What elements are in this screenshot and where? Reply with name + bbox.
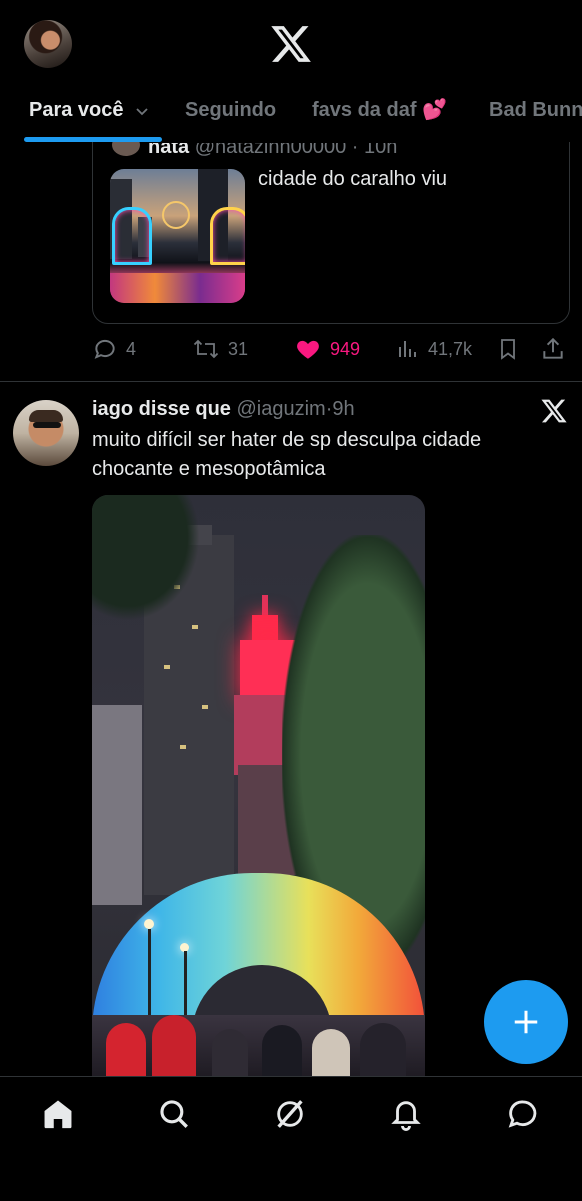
tweet-time[interactable]: 9h [332, 398, 354, 420]
tweet-media-image[interactable] [92, 495, 425, 1085]
bottom-navigation [0, 1076, 582, 1201]
views-icon [399, 341, 416, 357]
timeline-tabs: Para você Seguindo favs da daf 💕 Bad Bun… [0, 92, 582, 142]
reply-button[interactable]: 4 [92, 332, 136, 366]
tweet-header: iago disse que @iaguzim·9h [92, 398, 355, 421]
tweet-actions: 4 31 949 41,7k [92, 332, 568, 366]
tab-bad-bunny[interactable]: Bad Bunn [489, 92, 582, 142]
x-logo-icon [271, 26, 311, 62]
tweet-text: muito difícil ser hater de sp desculpa c… [92, 429, 482, 480]
retweet-count: 31 [228, 338, 249, 359]
notifications-icon[interactable] [389, 1097, 423, 1131]
messages-icon[interactable] [506, 1097, 540, 1131]
tweet-author-handle[interactable]: @iaguzim [237, 398, 326, 420]
plus-icon [514, 1010, 538, 1034]
tab-label: Para você [29, 99, 124, 121]
reply-icon [94, 339, 115, 359]
tweet-divider [0, 381, 582, 382]
reply-count: 4 [126, 338, 137, 359]
search-icon[interactable] [157, 1097, 191, 1131]
retweet-icon [193, 339, 219, 359]
home-icon[interactable] [41, 1097, 75, 1131]
quote-text: cidade do caralho viu [258, 168, 448, 190]
views-count: 41,7k [428, 338, 473, 359]
tab-seguindo[interactable]: Seguindo [185, 92, 276, 142]
tab-favs-da-daf[interactable]: favs da daf 💕 [312, 92, 447, 142]
tweet-author-name[interactable]: iago disse que [92, 398, 231, 420]
chevron-down-icon [136, 108, 148, 115]
share-icon[interactable] [540, 336, 566, 362]
tab-para-voce[interactable]: Para você [29, 92, 149, 142]
retweet-button[interactable]: 31 [192, 332, 248, 366]
active-tab-indicator [24, 137, 162, 142]
quote-media-image[interactable] [110, 169, 245, 303]
compose-post-button[interactable] [484, 980, 568, 1064]
grok-icon[interactable] [273, 1097, 307, 1131]
like-button[interactable]: 949 [294, 332, 360, 366]
tweet-author-avatar[interactable] [13, 400, 79, 466]
user-avatar[interactable] [24, 20, 72, 68]
x-logo-icon[interactable] [540, 397, 568, 425]
like-count: 949 [330, 338, 361, 359]
bookmark-icon[interactable] [496, 336, 520, 362]
heart-filled-icon [297, 340, 319, 359]
views-button[interactable]: 41,7k [396, 332, 472, 366]
